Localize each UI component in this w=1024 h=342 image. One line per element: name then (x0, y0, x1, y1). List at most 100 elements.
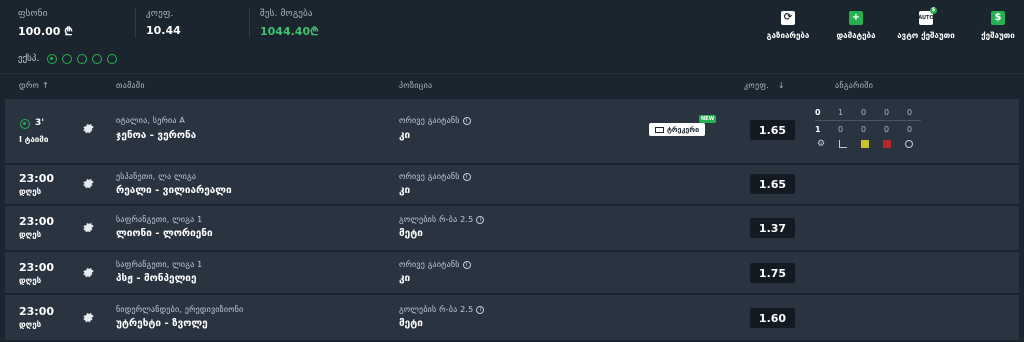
express-dot[interactable] (47, 54, 58, 64)
divider (249, 8, 250, 38)
match-day: დღეს (19, 230, 42, 239)
match-time: 23:00 (19, 215, 55, 228)
market-name: ორივე გაიტანს i (399, 116, 471, 125)
market-name: გოლების რ-ბა 2.5 i (399, 215, 485, 224)
settings-gear-icon[interactable] (82, 266, 94, 278)
potential-win-stat: შეს. მოგება 1044.40₾ (260, 9, 319, 39)
express-dot[interactable] (77, 54, 88, 64)
new-badge: NEW (699, 115, 717, 123)
dollar-icon: $ (991, 11, 1005, 25)
league-name: იტალია, სერია A (116, 116, 186, 125)
settings-gear-icon[interactable] (82, 221, 94, 233)
table-row[interactable]: 23:00 დღეს ნიდერლანდები, ერედივიზიონი უტ… (5, 295, 1019, 340)
gear-icon: ⚙ (817, 139, 826, 149)
score-row-home: 0 1 0 0 0 (815, 107, 913, 117)
odds-value[interactable]: 1.37 (750, 218, 795, 238)
red-card-icon (883, 140, 891, 148)
express-dot[interactable] (62, 54, 73, 64)
odds-stat: კოეფ. 10.44 (146, 9, 181, 37)
settings-gear-icon[interactable] (82, 311, 94, 323)
league-name: ნიდერლანდები, ერედივიზიონი (116, 305, 244, 314)
column-odds[interactable]: კოეფ. ↓ (744, 81, 785, 90)
film-icon (654, 126, 664, 133)
column-analysis: ანგარიში (835, 81, 874, 90)
column-position: პოზიცია (399, 81, 433, 90)
divider (815, 120, 921, 121)
selection: კი (399, 130, 411, 141)
express-dot[interactable] (92, 54, 103, 64)
selection: კი (399, 273, 411, 284)
match-minute: 3' (35, 118, 45, 128)
live-indicator-icon (20, 119, 30, 129)
stake-value: 100.00 ₾ (18, 25, 73, 38)
odds-value[interactable]: 1.60 (750, 308, 795, 328)
table-row[interactable]: 23:00 დღეს ესპანეთი, ლა ლიგა რეალი - ვილ… (5, 165, 1019, 204)
info-icon[interactable]: i (462, 172, 471, 181)
selection: მეტი (399, 318, 423, 329)
potential-win-value: 1044.40₾ (260, 25, 319, 38)
score-row-away: 1 0 0 0 0 (815, 124, 913, 134)
league-name: საფრანგეთი, ლიგა 1 (116, 260, 203, 269)
score-table: 0 1 0 0 0 1 0 0 0 0 (815, 106, 921, 135)
match-teams[interactable]: ლიონი - ლორიენი (116, 228, 213, 239)
table-row[interactable]: 23:00 დღეს საფრანგეთი, ლიგა 1 ლიონი - ლო… (5, 206, 1019, 250)
odds-value[interactable]: 1.65 (750, 174, 795, 194)
odds-value[interactable]: 1.65 (750, 120, 795, 140)
table-row[interactable]: 23:00 დღეს საფრანგეთი, ლიგა 1 პსჟ - მონპ… (5, 252, 1019, 293)
match-teams[interactable]: უტრეხტი - ზვოლე (116, 318, 208, 329)
table-header: დრო ↑ თამაში პოზიცია კოეფ. ↓ ანგარიში (0, 73, 1024, 97)
odds-label: კოეფ. (146, 9, 174, 19)
selection: კი (399, 185, 411, 196)
express-selector: ექსპ. (18, 54, 122, 64)
league-name: საფრანგეთი, ლიგა 1 (116, 215, 203, 224)
table-row[interactable]: 3' I ტაიმი იტალია, სერია A ჯენოა - ვერონ… (5, 99, 1019, 163)
match-day: დღეს (19, 187, 42, 196)
auto-cashout-button[interactable]: AUTO $ ავტო ქეშაუთი (896, 7, 956, 40)
express-dot[interactable] (107, 54, 118, 64)
express-label: ექსპ. (18, 54, 40, 64)
cashout-label: ქეშაუთი (981, 31, 1015, 40)
league-name: ესპანეთი, ლა ლიგა (116, 172, 197, 181)
stat-icons: ⚙ (817, 139, 913, 149)
divider (135, 8, 136, 38)
auto-cashout-label: ავტო ქეშაუთი (897, 31, 955, 40)
odds-value: 10.44 (146, 24, 181, 37)
cashout-button[interactable]: $ ქეშაუთი (968, 11, 1024, 40)
selection: მეტი (399, 228, 423, 239)
add-label: დამატება (836, 31, 876, 40)
market-name: ორივე გაიტანს i (399, 260, 471, 269)
match-time: 23:00 (19, 172, 55, 185)
info-icon[interactable]: i (476, 305, 485, 314)
stake-stat: ფსონი 100.00 ₾ (18, 9, 73, 39)
odds-value[interactable]: 1.75 (750, 263, 795, 283)
settings-gear-icon[interactable] (82, 122, 94, 134)
match-period: I ტაიმი (19, 135, 49, 144)
refresh-icon: ⟳ (781, 11, 795, 25)
plus-icon: + (849, 11, 863, 25)
share-button[interactable]: ⟳ გაზიარება (758, 11, 818, 40)
column-event: თამაში (116, 81, 145, 90)
sort-down-icon: ↓ (777, 81, 785, 90)
sort-up-icon: ↑ (41, 81, 49, 90)
info-icon[interactable]: i (462, 116, 471, 125)
market-name: გოლების რ-ბა 2.5 i (399, 305, 485, 314)
match-teams[interactable]: რეალი - ვილიარეალი (116, 185, 232, 196)
auto-icon: AUTO $ (918, 7, 937, 25)
match-teams[interactable]: ჯენოა - ვერონა (116, 130, 196, 141)
match-day: დღეს (19, 320, 42, 329)
market-name: ორივე გაიტანს i (399, 172, 471, 181)
add-button[interactable]: + დამატება (826, 11, 886, 40)
potential-win-label: შეს. მოგება (260, 9, 313, 19)
substitution-icon (905, 140, 913, 148)
settings-gear-icon[interactable] (82, 177, 94, 189)
stake-label: ფსონი (18, 9, 48, 19)
bet-summary-bar: ფსონი 100.00 ₾ კოეფ. 10.44 შეს. მოგება 1… (0, 0, 1024, 47)
match-day: დღეს (19, 276, 42, 285)
share-label: გაზიარება (766, 31, 810, 40)
tracker-button[interactable]: ტრეკერი (649, 123, 705, 136)
info-icon[interactable]: i (462, 260, 471, 269)
yellow-card-icon (861, 140, 869, 148)
column-date[interactable]: დრო ↑ (19, 81, 49, 90)
info-icon[interactable]: i (476, 215, 485, 224)
match-teams[interactable]: პსჟ - მონპელიე (116, 273, 197, 284)
